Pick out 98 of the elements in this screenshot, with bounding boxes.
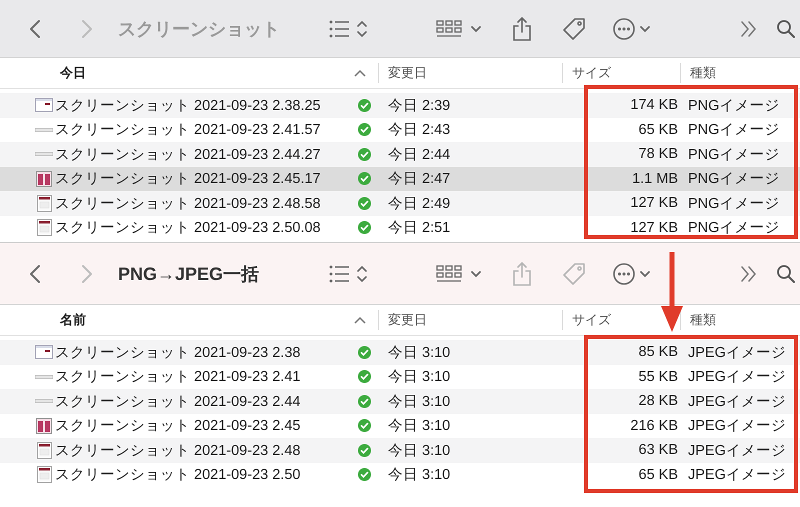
kind-cell-text: PNGイメージ bbox=[687, 96, 780, 115]
column-header[interactable]: サイズ bbox=[572, 64, 611, 82]
kind-cell-text: PNGイメージ bbox=[687, 219, 780, 238]
thumbnail-icon bbox=[35, 98, 53, 112]
file-row[interactable]: スクリーンショット 2021-09-23 2.45.17 今日 2:47 1.1 MB PNGイメージ bbox=[0, 166, 800, 191]
file-name: スクリーンショット 2021-09-23 2.50 bbox=[55, 466, 302, 484]
double-chevron-icon[interactable] bbox=[740, 20, 758, 38]
column-header[interactable]: 今日 bbox=[60, 64, 86, 82]
search-icon[interactable] bbox=[776, 264, 796, 284]
file-name: スクリーンショット 2021-09-23 2.44 bbox=[55, 392, 302, 411]
size-cell-text: 28 KB bbox=[638, 393, 678, 410]
kind-cell-text: PNGイメージ bbox=[687, 146, 780, 164]
size-cell-text: 65 KB bbox=[638, 466, 678, 483]
share-icon[interactable] bbox=[512, 16, 532, 42]
kind-cell-text: JPEGイメージ bbox=[687, 442, 787, 460]
back-icon[interactable] bbox=[29, 18, 41, 38]
size-cell-text: 78 KB bbox=[638, 146, 678, 162]
size-cell-text: 1.1 MB bbox=[631, 170, 678, 187]
file-name: スクリーンショット 2021-09-23 2.38.25 bbox=[55, 96, 322, 115]
thumbnail-icon bbox=[35, 399, 53, 404]
file-row[interactable]: スクリーンショット 2021-09-23 2.38 今日 3:10 85 KB JPEGイメージ bbox=[0, 340, 800, 364]
date-cell-text: 今日 3:10 bbox=[388, 442, 452, 460]
column-header[interactable]: 種類 bbox=[690, 311, 716, 329]
thumbnail-icon bbox=[36, 442, 52, 459]
double-chevron-icon[interactable] bbox=[740, 264, 758, 282]
file-row[interactable]: スクリーンショット 2021-09-23 2.41.57 今日 2:43 65 KB PNGイメージ bbox=[0, 118, 800, 142]
kind-cell-text: JPEGイメージ bbox=[687, 392, 787, 411]
more-icon[interactable] bbox=[612, 262, 652, 286]
column-header[interactable]: 名前 bbox=[60, 311, 86, 329]
tag-icon[interactable] bbox=[562, 16, 586, 40]
file-name: スクリーンショット 2021-09-23 2.41.57 bbox=[55, 121, 322, 140]
window-title: スクリーンショット bbox=[118, 18, 281, 40]
more-icon[interactable] bbox=[612, 16, 652, 40]
file-row[interactable]: スクリーンショット 2021-09-23 2.48.58 今日 2:49 127 KB PNGイメージ bbox=[0, 191, 800, 216]
file-name: スクリーンショット 2021-09-23 2.38 bbox=[55, 344, 302, 362]
file-name: スクリーンショット 2021-09-23 2.45 bbox=[55, 417, 302, 436]
column-header[interactable]: サイズ bbox=[572, 311, 611, 329]
file-row[interactable]: スクリーンショット 2021-09-23 2.44 今日 3:10 28 KB JPEGイメージ bbox=[0, 389, 800, 414]
window-title: PNG→JPEG一括 bbox=[118, 262, 260, 286]
file-row[interactable]: スクリーンショット 2021-09-23 2.45 今日 3:10 216 KB JPEGイメージ bbox=[0, 414, 800, 438]
date-cell-text: 今日 3:10 bbox=[388, 392, 452, 411]
date-cell-text: 今日 2:39 bbox=[388, 96, 452, 115]
column-header[interactable]: 変更日 bbox=[388, 311, 427, 329]
kind-cell-text: PNGイメージ bbox=[687, 170, 780, 188]
thumbnail-icon bbox=[35, 345, 53, 360]
file-name: スクリーンショット 2021-09-23 2.48.58 bbox=[55, 194, 322, 213]
column-header[interactable]: 種類 bbox=[690, 64, 716, 82]
file-row[interactable]: スクリーンショット 2021-09-23 2.48 今日 3:10 63 KB JPEGイメージ bbox=[0, 438, 800, 462]
file-name: スクリーンショット 2021-09-23 2.50.08 bbox=[55, 219, 322, 238]
date-cell-text: 今日 2:44 bbox=[388, 146, 452, 164]
file-name: スクリーンショット 2021-09-23 2.41 bbox=[55, 368, 302, 386]
file-name: スクリーンショット 2021-09-23 2.44.27 bbox=[55, 146, 322, 164]
thumbnail-icon bbox=[36, 418, 52, 434]
sort-caret-icon bbox=[354, 69, 366, 77]
date-cell-text: 今日 3:10 bbox=[388, 417, 452, 436]
thumbnail-icon bbox=[36, 194, 52, 212]
date-cell-text: 今日 3:10 bbox=[388, 466, 452, 484]
date-cell-text: 今日 3:10 bbox=[388, 344, 452, 362]
kind-cell-text: JPEGイメージ bbox=[687, 466, 787, 484]
date-cell-text: 今日 2:43 bbox=[388, 121, 452, 140]
size-cell-text: 55 KB bbox=[638, 368, 678, 385]
date-cell-text: 今日 2:49 bbox=[388, 194, 452, 213]
file-name: スクリーンショット 2021-09-23 2.45.17 bbox=[55, 170, 322, 188]
file-row[interactable]: スクリーンショット 2021-09-23 2.50.08 今日 2:51 127 KB PNGイメージ bbox=[0, 216, 800, 240]
list-view-icon[interactable] bbox=[328, 18, 368, 40]
kind-cell-text: JPEGイメージ bbox=[687, 344, 787, 362]
size-cell-text: 63 KB bbox=[638, 442, 678, 458]
size-cell-text: 127 KB bbox=[629, 220, 678, 236]
size-cell-text: 65 KB bbox=[638, 122, 678, 138]
file-name: スクリーンショット 2021-09-23 2.48 bbox=[55, 442, 302, 460]
sort-caret-icon bbox=[354, 316, 366, 324]
kind-cell-text: JPEGイメージ bbox=[687, 368, 787, 386]
date-cell-text: 今日 2:47 bbox=[388, 170, 452, 188]
group-icon[interactable] bbox=[436, 262, 482, 284]
size-cell-text: 127 KB bbox=[629, 195, 678, 212]
thumbnail-icon bbox=[36, 219, 52, 236]
list-view-icon[interactable] bbox=[328, 262, 368, 284]
size-cell-text: 216 KB bbox=[629, 418, 678, 434]
column-header[interactable]: 変更日 bbox=[388, 64, 427, 82]
group-icon[interactable] bbox=[436, 18, 482, 40]
kind-cell-text: JPEGイメージ bbox=[687, 417, 787, 436]
date-cell-text: 今日 2:51 bbox=[388, 219, 452, 238]
thumbnail-icon bbox=[35, 152, 53, 156]
file-row[interactable]: スクリーンショット 2021-09-23 2.41 今日 3:10 55 KB JPEGイメージ bbox=[0, 364, 800, 389]
thumbnail-icon bbox=[36, 466, 52, 484]
thumbnail-icon bbox=[35, 128, 53, 132]
kind-cell-text: PNGイメージ bbox=[687, 121, 780, 140]
thumbnail-icon bbox=[35, 374, 53, 379]
date-cell-text: 今日 3:10 bbox=[388, 368, 452, 386]
search-icon[interactable] bbox=[776, 18, 796, 38]
kind-cell-text: PNGイメージ bbox=[687, 194, 780, 213]
back-icon[interactable] bbox=[29, 264, 41, 284]
file-row[interactable]: スクリーンショット 2021-09-23 2.38.25 今日 2:39 174 KB PNGイメージ bbox=[0, 93, 800, 118]
file-row[interactable]: スクリーンショット 2021-09-23 2.50 今日 3:10 65 KB JPEGイメージ bbox=[0, 462, 800, 487]
file-row[interactable]: スクリーンショット 2021-09-23 2.44.27 今日 2:44 78 KB PNGイメージ bbox=[0, 142, 800, 166]
size-cell-text: 174 KB bbox=[629, 97, 678, 114]
size-cell-text: 85 KB bbox=[638, 344, 678, 360]
thumbnail-icon bbox=[36, 170, 52, 187]
